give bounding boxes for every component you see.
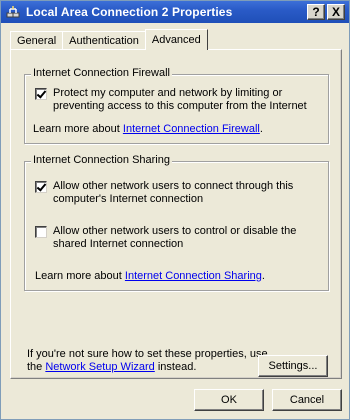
allow-connect-label[interactable]: Allow other network users to connect thr… bbox=[53, 180, 320, 206]
settings-button[interactable]: Settings... bbox=[258, 355, 328, 377]
firewall-learn-more: Learn more about Internet Connection Fir… bbox=[33, 123, 263, 135]
sharing-learn-prefix: Learn more about bbox=[35, 270, 125, 282]
firewall-checkbox-label[interactable]: Protect my computer and network by limit… bbox=[53, 87, 320, 113]
firewall-group-title: Internet Connection Firewall bbox=[31, 67, 172, 79]
tab-authentication[interactable]: Authentication bbox=[62, 31, 146, 49]
sharing-learn-link[interactable]: Internet Connection Sharing bbox=[125, 270, 262, 282]
tab-general[interactable]: General bbox=[10, 31, 64, 49]
firewall-learn-link[interactable]: Internet Connection Firewall bbox=[123, 123, 260, 135]
firewall-group: Internet Connection Firewall Protect my … bbox=[24, 67, 329, 144]
sharing-learn-more: Learn more about Internet Connection Sha… bbox=[35, 270, 265, 282]
sharing-learn-suffix: . bbox=[261, 270, 265, 282]
close-button[interactable]: X bbox=[327, 4, 345, 20]
allow-control-row[interactable]: Allow other network users to control or … bbox=[35, 225, 320, 251]
firewall-checkbox[interactable] bbox=[35, 88, 47, 100]
advanced-tab-panel: Internet Connection Firewall Protect my … bbox=[10, 49, 342, 379]
firewall-checkbox-row[interactable]: Protect my computer and network by limit… bbox=[35, 87, 320, 113]
network-setup-wizard-link[interactable]: Network Setup Wizard bbox=[45, 361, 154, 373]
help-button[interactable]: ? bbox=[307, 4, 325, 20]
properties-dialog: Local Area Connection 2 Properties ? X G… bbox=[0, 0, 350, 420]
help-text-suffix: instead. bbox=[154, 361, 197, 373]
network-connection-icon bbox=[5, 4, 21, 20]
help-text: If you're not sure how to set these prop… bbox=[27, 348, 277, 374]
firewall-learn-prefix: Learn more about bbox=[33, 123, 123, 135]
cancel-button[interactable]: Cancel bbox=[272, 389, 342, 411]
tab-advanced[interactable]: Advanced bbox=[144, 29, 208, 50]
sharing-group: Internet Connection Sharing Allow other … bbox=[24, 154, 329, 291]
firewall-learn-suffix: . bbox=[259, 123, 263, 135]
allow-connect-row[interactable]: Allow other network users to connect thr… bbox=[35, 180, 320, 206]
window-title: Local Area Connection 2 Properties bbox=[26, 5, 233, 19]
title-bar[interactable]: Local Area Connection 2 Properties ? X bbox=[1, 1, 349, 23]
sharing-group-title: Internet Connection Sharing bbox=[31, 154, 172, 166]
ok-button[interactable]: OK bbox=[194, 389, 264, 411]
allow-control-label[interactable]: Allow other network users to control or … bbox=[53, 225, 320, 251]
allow-control-checkbox[interactable] bbox=[35, 226, 47, 238]
allow-connect-checkbox[interactable] bbox=[35, 181, 47, 193]
tab-strip: General Authentication Advanced bbox=[10, 29, 208, 50]
